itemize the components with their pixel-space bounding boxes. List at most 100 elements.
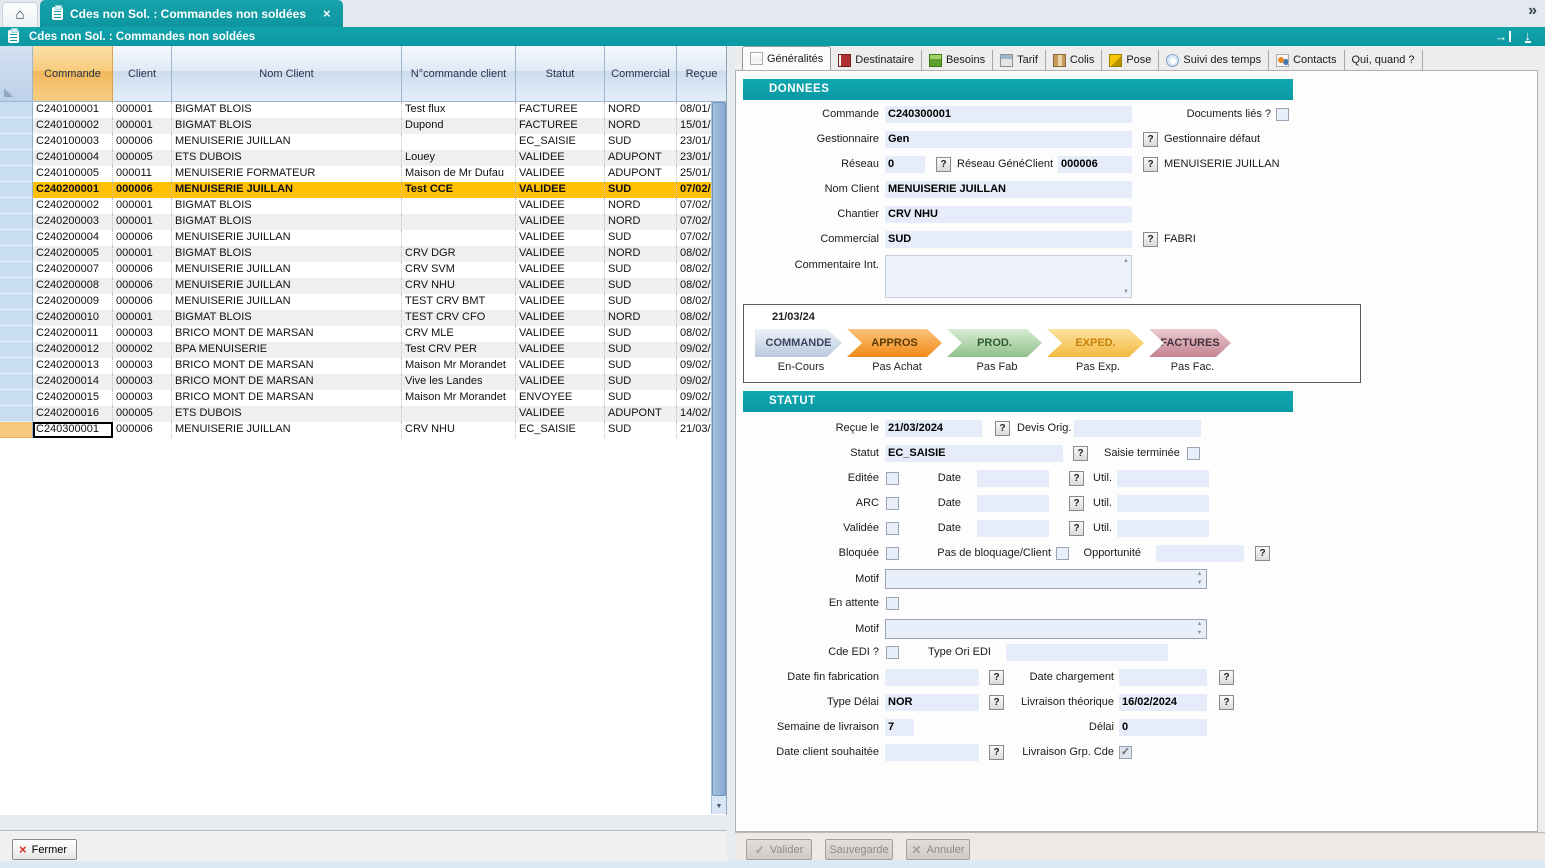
commentaire-field[interactable]: ▲ ▼: [885, 255, 1132, 298]
cell-statut[interactable]: VALIDEE: [516, 374, 605, 390]
column-header-3[interactable]: Nom Client: [172, 46, 402, 102]
home-tab[interactable]: ⌂: [2, 2, 38, 27]
cell-nom_client[interactable]: BIGMAT BLOIS: [172, 246, 402, 262]
cell-statut[interactable]: EC_SAISIE: [516, 134, 605, 150]
cell-client[interactable]: 000006: [113, 278, 172, 294]
cell-commande[interactable]: C240200015: [33, 390, 113, 406]
cell-client[interactable]: 000005: [113, 406, 172, 422]
chantier-field[interactable]: CRV NHU: [885, 206, 1132, 223]
table-row[interactable]: C240200016000005ETS DUBOISVALIDEEADUPONT…: [0, 406, 727, 422]
cell-n_commande_client[interactable]: TEST CRV CFO: [402, 310, 516, 326]
cell-n_commande_client[interactable]: CRV DGR: [402, 246, 516, 262]
valider-button[interactable]: ✓ Valider: [746, 839, 812, 860]
scroll-down-icon[interactable]: ▼: [712, 799, 726, 814]
cell-statut[interactable]: VALIDEE: [516, 230, 605, 246]
editee-util-field[interactable]: [1117, 470, 1209, 487]
cell-n_commande_client[interactable]: Test flux: [402, 102, 516, 118]
cell-n_commande_client[interactable]: Maison Mr Morandet: [402, 390, 516, 406]
table-row[interactable]: C240100002000001BIGMAT BLOISDupondFACTUR…: [0, 118, 727, 134]
row-selector[interactable]: [0, 374, 33, 390]
cell-nom_client[interactable]: BIGMAT BLOIS: [172, 198, 402, 214]
date-client-field[interactable]: [885, 744, 979, 761]
cell-commercial[interactable]: SUD: [605, 326, 677, 342]
recue-le-field[interactable]: 21/03/2024: [885, 420, 982, 437]
cell-commercial[interactable]: NORD: [605, 310, 677, 326]
date-chargement-field[interactable]: [1119, 669, 1207, 686]
validee-checkbox[interactable]: [886, 522, 899, 535]
cell-commande[interactable]: C240200012: [33, 342, 113, 358]
cell-statut[interactable]: VALIDEE: [516, 326, 605, 342]
cell-statut[interactable]: VALIDEE: [516, 150, 605, 166]
row-selector[interactable]: [0, 230, 33, 246]
row-selector[interactable]: [0, 422, 33, 438]
statut-lookup-button[interactable]: ?: [1073, 446, 1088, 461]
editee-date-field[interactable]: [977, 470, 1049, 487]
tab-destinataire[interactable]: Destinataire: [831, 50, 922, 70]
table-row[interactable]: C240200015000003BRICO MONT DE MARSANMais…: [0, 390, 727, 406]
grid-vscroll-thumb[interactable]: [712, 102, 726, 796]
arc-date-lookup-button[interactable]: ?: [1069, 496, 1084, 511]
cell-statut[interactable]: FACTUREE: [516, 102, 605, 118]
table-row[interactable]: C240200003000001BIGMAT BLOISVALIDEENORD0…: [0, 214, 727, 230]
cell-commande[interactable]: C240200016: [33, 406, 113, 422]
cell-client[interactable]: 000001: [113, 214, 172, 230]
cell-nom_client[interactable]: BRICO MONT DE MARSAN: [172, 390, 402, 406]
scroll-up-icon[interactable]: ▲: [1123, 258, 1129, 264]
cell-commercial[interactable]: ADUPONT: [605, 166, 677, 182]
nom-client-field[interactable]: MENUISERIE JUILLAN: [885, 181, 1132, 198]
cell-commande[interactable]: C240100001: [33, 102, 113, 118]
motif2-field[interactable]: ▲ ▼: [885, 619, 1207, 639]
row-selector[interactable]: [0, 278, 33, 294]
cell-n_commande_client[interactable]: TEST CRV BMT: [402, 294, 516, 310]
cell-commande[interactable]: C240200009: [33, 294, 113, 310]
row-selector[interactable]: [0, 102, 33, 118]
column-header-1[interactable]: Commande: [33, 46, 113, 102]
table-row[interactable]: C240100001000001BIGMAT BLOISTest fluxFAC…: [0, 102, 727, 118]
cell-nom_client[interactable]: MENUISERIE JUILLAN: [172, 182, 402, 198]
cell-client[interactable]: 000006: [113, 262, 172, 278]
cell-nom_client[interactable]: MENUISERIE FORMATEUR: [172, 166, 402, 182]
cell-statut[interactable]: VALIDEE: [516, 214, 605, 230]
table-row[interactable]: C240200005000001BIGMAT BLOISCRV DGRVALID…: [0, 246, 727, 262]
reseau-geneclient-lookup-button[interactable]: ?: [1143, 157, 1158, 172]
column-header-4[interactable]: N°commande client: [402, 46, 516, 102]
cell-commande[interactable]: C240100004: [33, 150, 113, 166]
cell-n_commande_client[interactable]: Maison Mr Morandet: [402, 358, 516, 374]
tab-g-n-ralit-s[interactable]: Généralités: [742, 46, 831, 70]
row-selector[interactable]: [0, 390, 33, 406]
reseau-field[interactable]: 0: [885, 156, 925, 173]
cell-commercial[interactable]: SUD: [605, 422, 677, 438]
row-selector[interactable]: [0, 182, 33, 198]
cell-nom_client[interactable]: ETS DUBOIS: [172, 150, 402, 166]
type-ori-edi-field[interactable]: [1006, 644, 1168, 661]
panel-divider[interactable]: [727, 46, 735, 868]
cell-commercial[interactable]: NORD: [605, 198, 677, 214]
row-selector[interactable]: [0, 166, 33, 182]
cell-n_commande_client[interactable]: CRV NHU: [402, 422, 516, 438]
row-selector[interactable]: [0, 198, 33, 214]
cell-commercial[interactable]: NORD: [605, 246, 677, 262]
cell-client[interactable]: 000003: [113, 374, 172, 390]
statut-field[interactable]: EC_SAISIE: [885, 445, 1063, 462]
tab-contacts[interactable]: Contacts: [1269, 50, 1344, 70]
cell-nom_client[interactable]: MENUISERIE JUILLAN: [172, 278, 402, 294]
tab-qui-quand-[interactable]: Qui, quand ?: [1345, 50, 1423, 70]
commercial-lookup-button[interactable]: ?: [1143, 232, 1158, 247]
saisie-terminee-checkbox[interactable]: [1187, 447, 1200, 460]
table-row[interactable]: C240200004000006MENUISERIE JUILLANVALIDE…: [0, 230, 727, 246]
row-selector[interactable]: [0, 326, 33, 342]
cell-commercial[interactable]: SUD: [605, 134, 677, 150]
cell-nom_client[interactable]: BIGMAT BLOIS: [172, 310, 402, 326]
table-row[interactable]: C240200012000002BPA MENUISERIETest CRV P…: [0, 342, 727, 358]
arc-checkbox[interactable]: [886, 497, 899, 510]
date-fin-fab-field[interactable]: [885, 669, 979, 686]
spinner-up-icon[interactable]: ▲: [1194, 621, 1205, 628]
row-selector[interactable]: [0, 406, 33, 422]
tab-suivi-des-temps[interactable]: Suivi des temps: [1159, 50, 1269, 70]
cell-statut[interactable]: VALIDEE: [516, 166, 605, 182]
cell-commande[interactable]: C240200003: [33, 214, 113, 230]
livraison-theorique-field[interactable]: 16/02/2024: [1119, 694, 1207, 711]
row-selector[interactable]: [0, 214, 33, 230]
row-selector[interactable]: [0, 134, 33, 150]
cell-n_commande_client[interactable]: Test CCE: [402, 182, 516, 198]
